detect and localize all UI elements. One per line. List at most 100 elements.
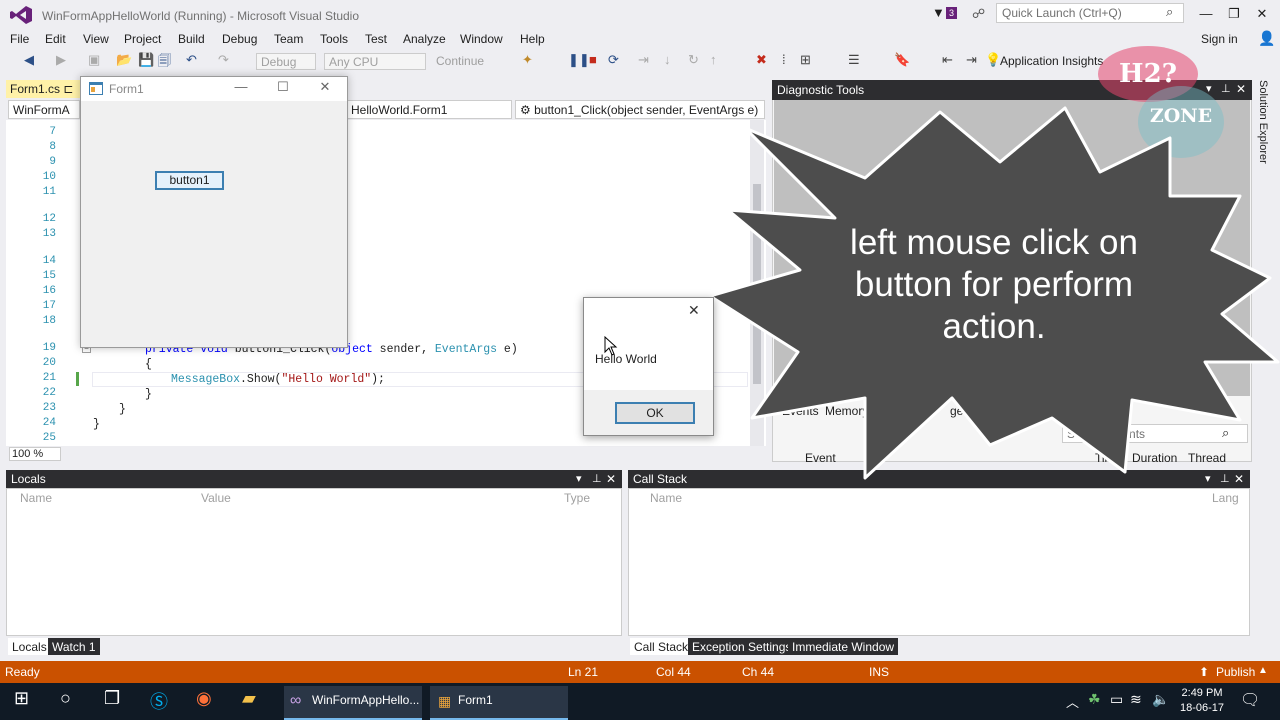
menu-file[interactable]: File <box>10 32 29 46</box>
menu-test[interactable]: Test <box>365 32 387 46</box>
action-center-icon[interactable]: 🗨 <box>1240 690 1260 710</box>
comment-icon[interactable]: ☰ <box>848 52 860 68</box>
windows-start-icon[interactable]: ⊞ <box>14 688 29 709</box>
volume-icon[interactable]: 🔈 <box>1152 691 1169 708</box>
pin-icon[interactable]: ⊥ <box>1221 82 1231 95</box>
project-dropdown[interactable]: WinFormA <box>8 100 80 119</box>
maximize-icon[interactable]: ☐ <box>269 79 297 95</box>
button1[interactable]: button1 <box>155 171 224 190</box>
form1-window[interactable]: Form1 — ☐ ✕ button1 <box>80 76 348 348</box>
battery-icon[interactable]: ▭ <box>1110 691 1123 708</box>
menu-analyze[interactable]: Analyze <box>403 32 446 46</box>
menu-edit[interactable]: Edit <box>45 32 66 46</box>
zoom-dropdown[interactable]: 100 % <box>9 447 61 461</box>
menu-view[interactable]: View <box>83 32 109 46</box>
minimize-icon[interactable]: — <box>227 79 255 94</box>
feedback-icon[interactable]: ☍ <box>972 6 985 22</box>
col-type[interactable]: Type <box>564 491 590 505</box>
minimize-icon[interactable]: — <box>1196 6 1216 21</box>
step-into-icon[interactable]: ↓ <box>664 52 671 67</box>
search-icon[interactable]: ⌕ <box>1166 4 1173 20</box>
breakpoint-icon[interactable]: ✖ <box>756 52 767 68</box>
format-icon[interactable]: ⊞ <box>800 52 811 68</box>
chevron-up-icon[interactable]: ▲ <box>1258 665 1268 676</box>
menu-build[interactable]: Build <box>178 32 205 46</box>
col-name[interactable]: Name <box>20 491 52 505</box>
tab-watch-1[interactable]: Watch 1 <box>48 638 100 655</box>
prev-bookmark-icon[interactable]: ⇤ <box>942 52 953 68</box>
step-icon[interactable]: ⇥ <box>638 52 649 68</box>
tab-form1-cs[interactable]: Form1.cs ⊏ <box>6 80 84 98</box>
close-icon[interactable]: ✕ <box>1252 6 1272 22</box>
menu-help[interactable]: Help <box>520 32 545 46</box>
tab-immediate-window[interactable]: Immediate Window <box>788 638 899 655</box>
pin-icon[interactable]: ⊏ <box>63 82 73 96</box>
hex-icon[interactable]: ⁞ <box>782 52 786 67</box>
taskbar-clock[interactable]: 2:49 PM 18-06-17 <box>1170 686 1234 716</box>
taskbar-app-visual-studio[interactable]: ∞ WinFormAppHello... <box>284 686 422 720</box>
close-icon[interactable]: ✕ <box>1236 82 1246 96</box>
menu-window[interactable]: Window <box>460 32 503 46</box>
call-stack-grid[interactable] <box>628 488 1250 636</box>
close-icon[interactable]: ✕ <box>311 79 339 95</box>
network-status-icon[interactable]: ☘ <box>1088 691 1101 708</box>
publish-button[interactable]: Publish <box>1216 665 1255 679</box>
filter-icon[interactable]: ▼ <box>932 5 945 20</box>
file-explorer-icon[interactable]: ▰ <box>242 688 256 709</box>
ok-button[interactable]: OK <box>615 402 695 424</box>
col-name[interactable]: Name <box>650 491 682 505</box>
restore-icon[interactable]: ❐ <box>1224 6 1244 22</box>
config-dropdown[interactable]: Debug <box>256 53 316 70</box>
undo-icon[interactable]: ↶ <box>186 52 197 68</box>
dropdown-icon[interactable]: ▾ <box>576 472 582 485</box>
notification-badge[interactable]: 3 <box>946 7 958 19</box>
save-all-icon[interactable]: 🗐 <box>158 52 171 74</box>
menu-project[interactable]: Project <box>124 32 161 46</box>
account-icon[interactable]: 👤 <box>1258 30 1275 47</box>
menu-tools[interactable]: Tools <box>320 32 348 46</box>
menu-team[interactable]: Team <box>274 32 303 46</box>
col-value[interactable]: Value <box>201 491 231 505</box>
task-view-icon[interactable]: ❐ <box>104 688 120 709</box>
pin-icon[interactable]: ⊥ <box>592 472 602 485</box>
chevron-up-icon[interactable]: ︿ <box>1066 692 1079 711</box>
tab-call-stack[interactable]: Call Stack <box>630 638 693 655</box>
hot-reload-icon[interactable]: ✦ <box>522 52 533 68</box>
quick-launch-input[interactable]: Quick Launch (Ctrl+Q) <box>996 3 1184 23</box>
platform-dropdown[interactable]: Any CPU <box>324 53 426 70</box>
menu-debug[interactable]: Debug <box>222 32 257 46</box>
bookmark-icon[interactable]: 🔖 <box>894 52 910 68</box>
new-project-icon[interactable]: ▣ <box>88 52 100 68</box>
publish-icon[interactable]: ⬆ <box>1199 665 1209 679</box>
tab-exception-settings[interactable]: Exception Settings <box>688 638 796 655</box>
continue-button[interactable]: Continue <box>436 54 484 68</box>
app-insights-icon[interactable]: 💡 <box>985 52 1001 68</box>
next-bookmark-icon[interactable]: ⇥ <box>966 52 977 68</box>
class-dropdown[interactable]: HelloWorld.Form1 <box>346 100 512 119</box>
pause-icon[interactable]: ❚❚ <box>568 52 590 68</box>
close-icon[interactable]: ✕ <box>688 302 700 319</box>
taskbar-app-form1[interactable]: ▦ Form1 <box>430 686 568 720</box>
wifi-icon[interactable]: ≋ <box>1130 691 1142 708</box>
tab-locals[interactable]: Locals <box>8 638 51 655</box>
restart-icon[interactable]: ⟳ <box>608 52 619 68</box>
locals-grid[interactable] <box>6 488 622 636</box>
taskbar-app-label: Form1 <box>458 693 493 707</box>
save-icon[interactable]: 💾 <box>138 52 154 68</box>
col-lang[interactable]: Lang <box>1212 491 1239 505</box>
open-icon[interactable]: 📂 <box>116 52 132 68</box>
search-cortana-icon[interactable]: ○ <box>60 688 71 709</box>
step-out-icon[interactable]: ↑ <box>710 52 717 67</box>
sign-in-link[interactable]: Sign in <box>1201 32 1238 46</box>
stop-icon[interactable]: ■ <box>589 52 597 67</box>
message-box-dialog[interactable]: ✕ Hello World OK <box>583 297 714 436</box>
editor-horizontal-scrollbar[interactable] <box>6 446 766 461</box>
step-over-icon[interactable]: ↻ <box>688 52 699 68</box>
forward-icon[interactable]: ▶ <box>56 52 66 68</box>
redo-icon[interactable]: ↷ <box>218 52 229 68</box>
close-icon[interactable]: ✕ <box>606 472 616 486</box>
firefox-icon[interactable]: ◉ <box>196 688 212 709</box>
app-insights-button[interactable]: Application Insights <box>1000 54 1103 68</box>
skype-icon[interactable]: Ⓢ <box>150 688 168 714</box>
back-icon[interactable]: ◀ <box>24 52 34 68</box>
